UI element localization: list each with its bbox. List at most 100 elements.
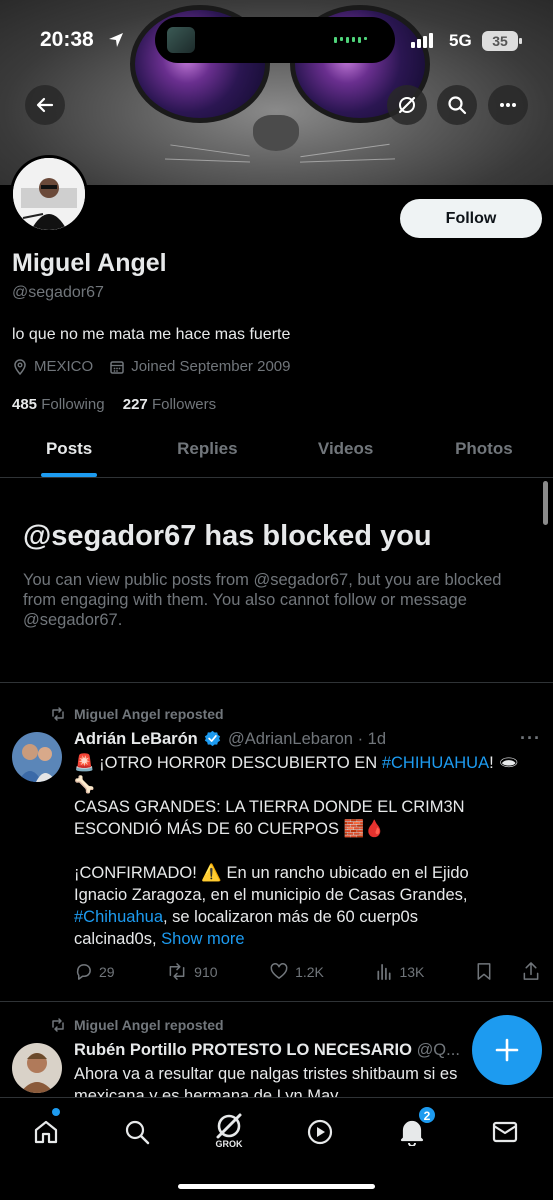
post-author-handle[interactable]: @AdrianLebaron [228,730,353,748]
scrollbar[interactable] [543,481,548,525]
bookmark-icon[interactable] [476,962,492,981]
repost-icon [169,963,185,980]
post-extra-actions [476,962,540,981]
repost-icon [52,707,64,721]
post-actions: 29 910 1.2K 13K [74,962,540,981]
repost-indicator: Miguel Angel reposted [50,706,224,722]
post-text: ! 🕳 [489,754,520,772]
post-line: ¡CONFIRMADO! ⚠️ En un rancho ubicado en … [74,864,469,882]
reply-icon [76,964,91,980]
post-body[interactable]: 🚨 ¡OTRO HORR0R DESCUBIERTO EN #CHIHUAHUA… [74,752,544,950]
tab-photos[interactable]: Photos [415,425,553,477]
follow-button[interactable]: Follow [400,199,542,238]
profile-bio: lo que no me mata me hace mas fuerte [12,326,291,343]
post-header: Adrián LeBarón @AdrianLebaron · 1d [74,730,386,749]
following-count: 485 [12,396,38,413]
hashtag-link[interactable]: #CHIHUAHUA [382,754,489,772]
views-button[interactable]: 13K [375,962,424,981]
profile-handle: @segador67 [12,284,104,301]
more-options-button[interactable] [488,85,528,125]
post-time: · 1d [357,730,386,748]
back-button[interactable] [25,85,65,125]
blocked-title: @segador67 has blocked you [23,520,432,552]
repost-indicator: Miguel Angel reposted [50,1017,224,1033]
post-author-avatar[interactable] [12,732,62,782]
home-unread-dot [52,1108,60,1116]
repost-label: Miguel Angel reposted [74,706,224,722]
post-author-name[interactable]: Adrián LeBarón [74,730,198,748]
repost-count: 910 [194,963,218,980]
post-line: Ahora va a resultar que nalgas tristes s… [74,1065,458,1083]
location-arrow-icon [109,33,123,47]
followers-link[interactable]: 227 Followers [123,396,216,413]
status-time: 20:38 [40,28,94,51]
repost-label: Miguel Angel reposted [74,1017,224,1033]
repost-button[interactable]: 910 [166,962,218,981]
profile-location: MEXICO [34,358,94,375]
blocked-text: You can view public posts from @segador6… [23,571,502,629]
grok-icon [216,1113,242,1139]
post-line: #Chihuahua, se localizaron más de 60 cue… [74,906,544,928]
nav-search[interactable] [117,1112,157,1152]
post-author-avatar[interactable] [12,1043,62,1093]
banner-cat-nose [253,115,299,151]
post-text: , se localizaron más de 60 cuerp0s [163,908,418,926]
reply-button[interactable]: 29 [74,962,115,981]
post-line: 🚨 ¡OTRO HORR0R DESCUBIERTO EN #CHIHUAHUA… [74,752,544,774]
reply-count: 29 [99,963,115,980]
compose-button[interactable] [472,1015,542,1085]
nav-home[interactable] [26,1112,66,1152]
search-icon [125,1120,150,1145]
share-icon[interactable] [522,962,540,981]
post-text: calcinad0s, [74,930,162,948]
status-bar: 20:38 5G 35 [0,0,553,80]
nav-video[interactable] [300,1112,340,1152]
network-type: 5G [449,31,472,50]
post-author-handle[interactable]: @Q... [417,1041,460,1059]
following-label: Following [41,396,105,413]
home-indicator[interactable] [178,1184,375,1189]
post-body[interactable]: Ahora va a resultar que nalgas tristes s… [74,1063,544,1097]
followers-label: Followers [151,396,217,413]
tab-videos[interactable]: Videos [277,425,415,477]
mail-icon [492,1121,518,1143]
hashtag-link[interactable]: #Chihuahua [74,908,163,926]
following-link[interactable]: 485 Following [12,396,105,413]
post-author-name[interactable]: Rubén Portillo PROTESTO LO NECESARIO [74,1041,412,1059]
author-avatar-photo [12,732,62,782]
avatar-photo [13,158,85,230]
tab-replies[interactable]: Replies [138,425,276,477]
like-button[interactable]: 1.2K [269,962,324,981]
follow-counts: 485 Following 227 Followers [12,396,216,413]
search-profile-button[interactable] [437,85,477,125]
post-text: 🚨 ¡OTRO HORR0R DESCUBIERTO EN [74,754,382,772]
notifications-badge: 2 [418,1106,436,1124]
grok-label: GROK [215,1139,243,1149]
post-line: calcinad0s, Show more [74,928,544,950]
grok-icon [398,96,416,114]
now-playing-thumbnail [167,27,195,53]
post-line: mexicana y es hermana de Lyn May [74,1087,339,1097]
audio-wave-icon [334,37,367,43]
post-line: 🦴 [74,776,95,794]
plus-icon [495,1038,519,1062]
home-icon [34,1120,58,1144]
show-more-link[interactable]: Show more [161,930,244,948]
play-icon [307,1119,333,1145]
profile-avatar[interactable] [10,155,88,233]
dynamic-island [155,17,395,63]
like-icon [270,963,288,979]
search-icon [448,96,467,115]
like-count: 1.2K [295,963,324,980]
author-avatar-photo [12,1043,62,1093]
battery-indicator: 35 [482,31,522,51]
profile-name: Miguel Angel [12,249,167,277]
grok-analyze-button[interactable] [387,85,427,125]
post-line: ESCONDIÓ MÁS DE 60 CUERPOS 🧱🩸 [74,820,385,838]
post-spacer [74,840,544,862]
tab-posts[interactable]: Posts [0,425,138,477]
nav-messages[interactable] [485,1112,525,1152]
post-more-button[interactable]: ··· [520,728,541,749]
profile-joined: Joined September 2009 [131,358,291,375]
repost-icon [52,1018,64,1032]
